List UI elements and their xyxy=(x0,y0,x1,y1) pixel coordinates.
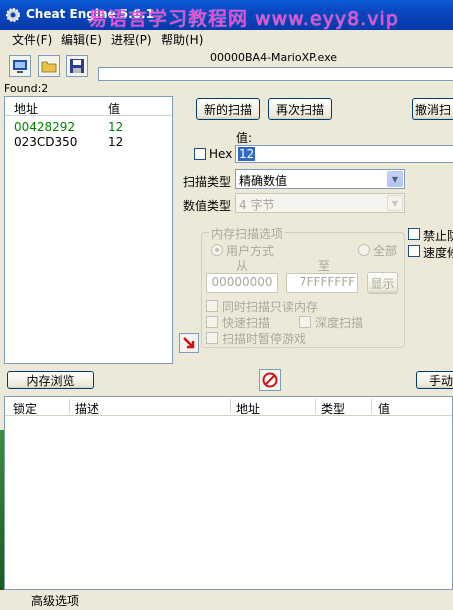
hex-checkbox[interactable] xyxy=(194,148,206,160)
manual-add-button[interactable]: 手动 xyxy=(416,371,453,389)
show-button[interactable]: 显示 xyxy=(367,272,398,294)
scan-type-label: 扫描类型 xyxy=(183,175,232,189)
column-description[interactable]: 描述 xyxy=(75,400,99,417)
value-type-value: 4 字节 xyxy=(239,198,275,212)
add-to-list-button[interactable] xyxy=(179,333,199,353)
fast-scan-checkbox[interactable] xyxy=(206,316,218,328)
result-value: 12 xyxy=(108,120,124,134)
column-type[interactable]: 类型 xyxy=(321,400,345,417)
value-type-label: 数值类型 xyxy=(183,199,232,213)
scan-type-select[interactable]: 精确数值 ▼ xyxy=(235,169,405,189)
result-row[interactable]: 023CD350 12 xyxy=(5,135,172,150)
cheat-engine-gear-icon xyxy=(6,8,20,22)
found-count: Found:2 xyxy=(4,82,49,95)
pause-game-label: 扫描时暂停游戏 xyxy=(222,332,307,346)
readonly-memory-label: 同时扫描只读内存 xyxy=(222,300,319,314)
menu-edit[interactable]: 编辑(E) xyxy=(61,31,102,48)
pause-game-checkbox[interactable] xyxy=(206,332,218,344)
memory-options-title: 内存扫描选项 xyxy=(209,225,286,242)
value-type-select[interactable]: 4 字节 ▼ xyxy=(235,193,405,213)
from-address-input[interactable]: 00000000 xyxy=(206,273,278,293)
result-row[interactable]: 00428292 12 xyxy=(5,120,172,135)
save-file-icon xyxy=(70,59,84,73)
scan-progress-bar xyxy=(98,67,453,81)
select-process-icon xyxy=(13,60,27,73)
result-address: 023CD350 xyxy=(14,135,78,149)
deep-scan-label: 深度扫描 xyxy=(315,316,364,330)
column-value[interactable]: 值 xyxy=(378,400,390,417)
disable-checkbox[interactable] xyxy=(408,228,420,240)
menu-process[interactable]: 进程(P) xyxy=(111,31,152,48)
clear-list-button[interactable] xyxy=(259,369,281,391)
user-mode-radio[interactable] xyxy=(211,244,223,256)
scan-value-input[interactable]: 12 xyxy=(235,145,453,163)
column-lock[interactable]: 锁定 xyxy=(13,400,37,417)
result-list-header: 地址 值 xyxy=(5,97,172,116)
menu-file[interactable]: 文件(F) xyxy=(12,31,52,48)
result-address: 00428292 xyxy=(14,120,76,134)
save-file-button[interactable] xyxy=(66,55,88,77)
next-scan-button[interactable]: 再次扫描 xyxy=(268,98,332,120)
result-value: 12 xyxy=(108,135,124,149)
scan-result-list[interactable]: 地址 值 00428292 12 023CD350 12 xyxy=(4,96,173,364)
open-file-icon xyxy=(41,61,57,73)
title-bar: Cheat Engine 5.6.1 易语言学习教程网 www.eyy8.vip xyxy=(0,0,453,30)
red-arrow-icon xyxy=(183,337,195,349)
menu-bar: 文件(F) 编辑(E) 进程(P) 帮助(H) xyxy=(0,30,453,48)
advanced-options-button[interactable]: 高级选项 xyxy=(31,592,79,609)
to-address-input[interactable]: 7FFFFFFF xyxy=(286,273,358,293)
scan-type-value: 精确数值 xyxy=(239,174,288,188)
memory-view-button[interactable]: 内存浏览 xyxy=(7,371,94,389)
chevron-down-icon: ▼ xyxy=(387,171,403,187)
column-address[interactable]: 地址 xyxy=(236,400,260,417)
speed-label: 速度修 xyxy=(423,246,453,260)
disable-label: 禁止防 xyxy=(423,229,453,243)
user-mode-label: 用户方式 xyxy=(226,244,275,258)
watermark-text: 易语言学习教程网 www.eyy8.vip xyxy=(88,8,399,30)
deep-scan-checkbox[interactable] xyxy=(299,316,311,328)
scan-value-text: 12 xyxy=(238,147,256,161)
chevron-down-icon: ▼ xyxy=(387,195,403,211)
hex-label: Hex xyxy=(209,147,233,161)
background-window-edge xyxy=(0,430,4,590)
all-memory-radio[interactable] xyxy=(358,244,370,256)
select-process-button[interactable] xyxy=(9,55,31,77)
address-list[interactable]: 锁定 描述 地址 类型 值 xyxy=(4,396,453,590)
undo-scan-button[interactable]: 撤消扫 xyxy=(412,98,453,120)
menu-help[interactable]: 帮助(H) xyxy=(161,31,203,48)
stop-icon xyxy=(262,372,278,388)
fast-scan-label: 快速扫描 xyxy=(222,316,271,330)
all-memory-label: 全部 xyxy=(373,244,398,258)
readonly-memory-checkbox[interactable] xyxy=(206,300,218,312)
new-scan-button[interactable]: 新的扫描 xyxy=(196,98,260,120)
status-bar: 高级选项 xyxy=(0,590,453,610)
column-value[interactable]: 值 xyxy=(108,100,120,117)
value-label: 值: xyxy=(236,131,253,145)
open-file-button[interactable] xyxy=(38,55,60,77)
from-label: 从 xyxy=(236,259,249,273)
speed-checkbox[interactable] xyxy=(408,245,420,257)
process-name: 00000BA4-MarioXP.exe xyxy=(210,51,338,64)
column-address[interactable]: 地址 xyxy=(14,100,38,117)
address-list-header: 锁定 描述 地址 类型 值 xyxy=(5,397,452,416)
to-label: 至 xyxy=(318,259,331,273)
